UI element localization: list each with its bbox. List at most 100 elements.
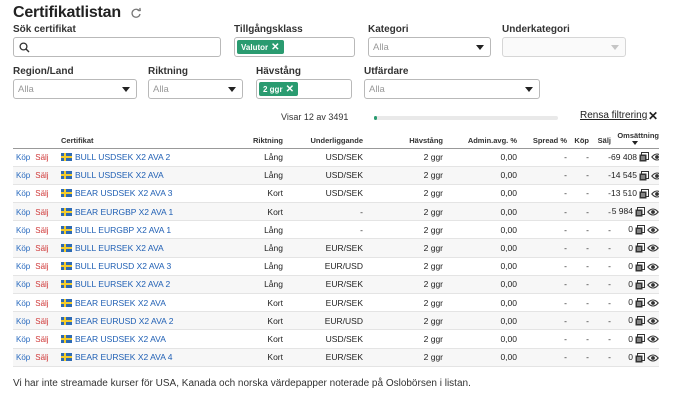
document-icon[interactable] [635,352,645,363]
table-row[interactable]: Köp Sälj BULL EURSEK X2 AVA 2 Lång EUR/SEK 2 … [13,275,659,295]
sell-link[interactable]: Sälj [35,262,48,271]
certificate-cell[interactable]: BULL EURSEK X2 AVA [61,238,211,258]
eye-icon[interactable] [647,316,659,326]
header-leverage[interactable]: Hävstång [363,128,443,149]
buy-link[interactable]: Köp [16,353,30,362]
close-icon[interactable]: ✕ [271,42,279,53]
header-direction[interactable]: Riktning [211,128,283,149]
certificate-link[interactable]: BULL EURGBP X2 AVA 1 [75,225,171,235]
table-row[interactable]: Köp Sälj BULL EURSEK X2 AVA Lång EUR/SEK 2 gg… [13,238,659,258]
certificate-link[interactable]: BEAR USDSEK X2 AVA 3 [75,188,172,198]
sell-link[interactable]: Sälj [35,280,48,289]
category-select[interactable]: Alla [368,37,491,57]
certificate-link[interactable]: BEAR EURGBP X2 AVA 1 [75,207,173,217]
eye-icon[interactable] [647,262,659,272]
eye-icon[interactable] [647,225,659,235]
certificate-cell[interactable]: BULL USDSEK X2 AVA 2 [61,148,211,167]
certificate-cell[interactable]: BEAR EURUSD X2 AVA 2 [61,311,211,331]
sell-link[interactable]: Sälj [35,189,48,198]
table-row[interactable]: Köp Sälj BULL USDSEK X2 AVA Lång USD/SEK 2 gg… [13,166,659,185]
refresh-icon[interactable] [130,7,142,19]
header-admin-fee[interactable]: Admin.avg. % [443,128,517,149]
certificate-link[interactable]: BULL EURUSD X2 AVA 3 [75,261,171,271]
sell-link[interactable]: Sälj [35,208,48,217]
certificate-cell[interactable]: BEAR USDSEK X2 AVA [61,329,211,349]
header-buy[interactable]: Köp [567,128,589,149]
table-row[interactable]: Köp Sälj BEAR EURUSD X2 AVA 2 Kort EUR/USD 2 … [13,311,659,331]
certificate-link[interactable]: BEAR EURUSD X2 AVA 2 [75,316,173,326]
issuer-select[interactable]: Alla [364,79,540,99]
document-icon[interactable] [639,152,649,162]
search-input[interactable] [13,37,221,57]
sell-link[interactable]: Sälj [35,153,48,162]
certificate-cell[interactable]: BEAR EURSEK X2 AVA 4 [61,348,211,367]
eye-icon[interactable] [647,298,659,308]
document-icon[interactable] [635,243,645,253]
buy-link[interactable]: Köp [16,226,30,235]
table-row[interactable]: Köp Sälj BULL EURGBP X2 AVA 1 Lång -2 ggr 0,0… [13,220,659,240]
certificate-link[interactable]: BEAR EURSEK X2 AVA 4 [75,352,172,362]
clear-filters-link[interactable]: Rensa filtrering [580,110,647,121]
buy-link[interactable]: Köp [16,299,30,308]
certificate-cell[interactable]: BULL EURGBP X2 AVA 1 [61,220,211,240]
table-row[interactable]: Köp Sälj BEAR USDSEK X2 AVA Kort USD/SEK 2 gg… [13,329,659,349]
header-turnover[interactable]: Omsättning [611,128,659,149]
table-row[interactable]: Köp Sälj BEAR EURSEK X2 AVA 4 Kort EUR/SEK 2 … [13,348,659,367]
eye-icon[interactable] [647,280,659,290]
table-row[interactable]: Köp Sälj BULL USDSEK X2 AVA 2 Lång USD/SEK 2 … [13,148,659,167]
sell-link[interactable]: Sälj [35,353,48,362]
certificate-cell[interactable]: BEAR USDSEK X2 AVA 3 [61,184,211,204]
sell-link[interactable]: Sälj [35,171,48,180]
document-icon[interactable] [635,316,645,326]
asset-class-select[interactable]: Valutor ✕ [234,37,355,57]
sell-link[interactable]: Sälj [35,335,48,344]
table-row[interactable]: Köp Sälj BULL EURUSD X2 AVA 3 Lång EUR/USD 2 … [13,257,659,276]
document-icon[interactable] [635,261,645,272]
buy-link[interactable]: Köp [16,280,30,289]
sell-link[interactable]: Sälj [35,226,48,235]
buy-link[interactable]: Köp [16,171,30,180]
header-spread[interactable]: Spread % [517,128,567,149]
asset-class-chip[interactable]: Valutor ✕ [237,40,284,54]
certificate-cell[interactable]: BEAR EURGBP X2 AVA 1 [61,202,211,222]
region-select[interactable]: Alla [13,79,137,99]
buy-link[interactable]: Köp [16,335,30,344]
subcategory-select[interactable] [502,37,626,57]
close-icon[interactable]: ✕ [648,109,658,123]
certificate-link[interactable]: BULL EURSEK X2 AVA 2 [75,279,170,289]
certificate-cell[interactable]: BEAR EURSEK X2 AVA [61,293,211,313]
certificate-link[interactable]: BEAR USDSEK X2 AVA [75,334,166,344]
header-certificate[interactable]: Certifikat [61,128,211,149]
certificate-link[interactable]: BEAR EURSEK X2 AVA [75,298,166,308]
eye-icon[interactable] [651,171,659,181]
certificate-link[interactable]: BULL EURSEK X2 AVA [75,243,164,253]
eye-icon[interactable] [651,152,659,162]
eye-icon[interactable] [647,207,659,217]
certificate-link[interactable]: BULL USDSEK X2 AVA 2 [75,152,170,162]
direction-select[interactable]: Alla [148,79,243,99]
buy-link[interactable]: Köp [16,244,30,253]
header-sell[interactable]: Sälj [589,128,611,149]
certificate-cell[interactable]: BULL USDSEK X2 AVA [61,166,211,185]
table-row[interactable]: Köp Sälj BEAR EURSEK X2 AVA Kort EUR/SEK 2 gg… [13,293,659,313]
certificate-link[interactable]: BULL USDSEK X2 AVA [75,170,164,180]
header-underlying[interactable]: Underliggande [283,128,363,149]
buy-link[interactable]: Köp [16,153,30,162]
buy-link[interactable]: Köp [16,262,30,271]
leverage-chip[interactable]: 2 ggr ✕ [259,82,298,96]
buy-link[interactable]: Köp [16,208,30,217]
certificate-cell[interactable]: BULL EURSEK X2 AVA 2 [61,275,211,295]
document-icon[interactable] [639,170,649,181]
document-icon[interactable] [635,279,645,290]
document-icon[interactable] [635,225,645,235]
document-icon[interactable] [639,188,649,199]
sell-link[interactable]: Sälj [35,299,48,308]
document-icon[interactable] [635,207,645,217]
eye-icon[interactable] [647,353,659,363]
leverage-select[interactable]: 2 ggr ✕ [256,79,352,99]
sell-link[interactable]: Sälj [35,317,48,326]
eye-icon[interactable] [647,243,659,253]
table-row[interactable]: Köp Sälj BEAR EURGBP X2 AVA 1 Kort -2 ggr 0,0… [13,202,659,222]
buy-link[interactable]: Köp [16,189,30,198]
table-row[interactable]: Köp Sälj BEAR USDSEK X2 AVA 3 Kort USD/SEK 2 … [13,184,659,204]
